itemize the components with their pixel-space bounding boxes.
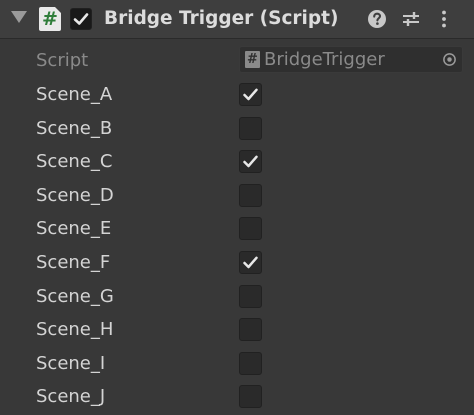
- script-field-label: Script: [36, 50, 89, 71]
- field-row: Scene_E: [0, 212, 474, 245]
- field-checkbox[interactable]: [239, 351, 262, 375]
- field-checkbox[interactable]: [239, 251, 262, 274]
- field-label: Scene_I: [36, 352, 106, 374]
- field-row: Scene_A: [0, 78, 474, 111]
- field-row: Scene_H: [0, 313, 474, 346]
- foldout-expanded-icon[interactable]: [11, 11, 27, 23]
- field-checkbox[interactable]: [239, 318, 262, 342]
- field-checkbox[interactable]: [239, 83, 262, 106]
- field-row: Scene_B: [0, 112, 474, 145]
- field-label: Scene_B: [36, 117, 113, 139]
- field-row: Scene_D: [0, 179, 474, 212]
- field-label: Scene_E: [36, 218, 112, 240]
- field-label: Scene_C: [36, 151, 113, 173]
- script-field-row: Script # BridgeTrigger: [0, 44, 474, 77]
- field-checkbox[interactable]: [239, 150, 262, 174]
- field-label: Scene_D: [36, 184, 114, 206]
- script-object-value: BridgeTrigger: [264, 49, 385, 70]
- checkmark-icon: [243, 88, 258, 101]
- help-icon[interactable]: [367, 9, 387, 29]
- script-object-field[interactable]: # BridgeTrigger: [239, 46, 463, 73]
- field-label: Scene_G: [36, 285, 114, 307]
- field-label: Scene_A: [36, 84, 113, 105]
- field-label: Scene_J: [36, 386, 106, 408]
- field-checkbox[interactable]: [239, 217, 262, 241]
- field-checkbox[interactable]: [239, 284, 262, 308]
- field-checkbox[interactable]: [239, 116, 262, 140]
- field-label: Scene_F: [36, 252, 111, 273]
- field-row: Scene_I: [0, 347, 474, 380]
- field-row: Scene_J: [0, 380, 474, 413]
- checkmark-icon: [243, 256, 258, 269]
- field-row: Scene_C: [0, 145, 474, 178]
- checkmark-icon: [73, 13, 89, 25]
- component-header: # Bridge Trigger (Script): [0, 0, 474, 39]
- presets-sliders-icon[interactable]: [401, 9, 421, 29]
- component-enabled-checkbox[interactable]: [70, 8, 92, 30]
- field-checkbox[interactable]: [239, 183, 262, 207]
- field-checkbox[interactable]: [239, 385, 262, 409]
- field-row: Scene_F: [0, 246, 474, 279]
- checkmark-icon: [243, 155, 258, 168]
- field-row: Scene_G: [0, 280, 474, 313]
- field-label: Scene_H: [36, 319, 114, 341]
- context-menu-kebab-icon[interactable]: [434, 9, 454, 29]
- script-asset-icon: #: [245, 51, 260, 68]
- object-picker-icon[interactable]: [442, 52, 457, 67]
- component-title: Bridge Trigger (Script): [104, 8, 339, 29]
- script-icon: #: [39, 7, 61, 31]
